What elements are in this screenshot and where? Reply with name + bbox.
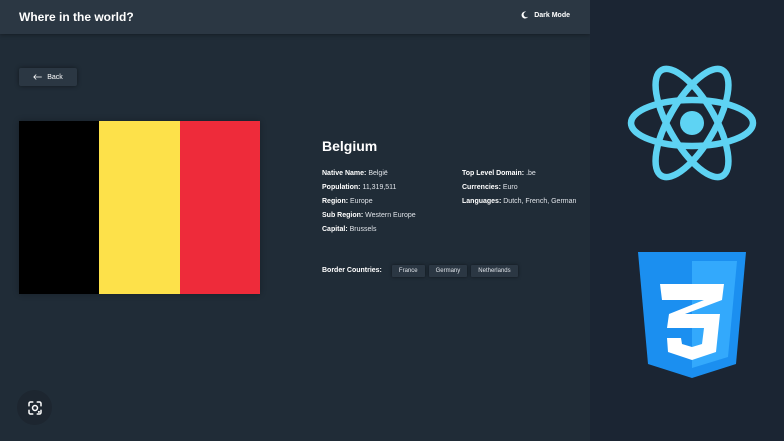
border-country-chip[interactable]: France [391, 264, 425, 277]
detail-label: Top Level Domain: [462, 170, 525, 177]
dark-mode-toggle[interactable]: Dark Mode [521, 11, 570, 19]
detail-value: Western Europe [365, 212, 416, 219]
detail-label: Currencies: [462, 184, 501, 191]
detail-row: Top Level Domain: .be [462, 170, 576, 184]
detail-label: Population: [322, 184, 361, 191]
detail-value: 11,319,511 [362, 184, 397, 191]
details-primary: Native Name: België Population: 11,319,51… [322, 170, 416, 240]
border-country-chip[interactable]: Netherlands [471, 264, 518, 277]
detail-value: Brussels [349, 226, 377, 233]
lens-search-button[interactable] [17, 390, 52, 425]
lens-camera-icon [27, 400, 42, 415]
country-flag [19, 121, 260, 294]
detail-label: Native Name: [322, 170, 367, 177]
detail-value: .be [526, 170, 536, 177]
detail-row: Capital: Brussels [322, 226, 416, 240]
detail-row: Sub Region: Western Europe [322, 212, 416, 226]
detail-value: Europe [350, 198, 373, 205]
detail-label: Sub Region: [322, 212, 364, 219]
react-atom-icon [627, 65, 757, 181]
app-window: Where in the world? Dark Mode Back Belgi… [0, 0, 590, 441]
detail-value: Euro [502, 184, 518, 191]
header-bar: Where in the world? Dark Mode [0, 0, 590, 34]
border-country-chip[interactable]: Germany [428, 264, 468, 277]
back-button[interactable]: Back [19, 68, 77, 86]
detail-label: Languages: [462, 198, 502, 205]
detail-value: België [368, 170, 388, 177]
border-countries-label: Border Countries: [322, 267, 382, 274]
flag-stripe [19, 121, 100, 294]
detail-row: Currencies: Euro [462, 184, 576, 198]
back-button-label: Back [47, 73, 63, 81]
country-name: Belgium [322, 138, 378, 154]
css3-shield-icon [638, 252, 746, 378]
detail-row: Native Name: België [322, 170, 416, 184]
detail-row: Population: 11,319,511 [322, 184, 416, 198]
dark-mode-label: Dark Mode [534, 11, 570, 19]
flag-stripe [99, 121, 180, 294]
flag-stripe [179, 121, 260, 294]
arrow-left-icon [33, 74, 43, 80]
detail-row: Languages: Dutch, French, German [462, 198, 576, 212]
border-countries: Border Countries: France Germany Netherlan… [322, 264, 518, 277]
moon-icon [521, 11, 529, 19]
detail-row: Region: Europe [322, 198, 416, 212]
detail-label: Capital: [322, 226, 348, 233]
detail-value: Dutch, French, German [503, 198, 577, 205]
detail-label: Region: [322, 198, 349, 205]
app-title: Where in the world? [19, 10, 134, 24]
details-secondary: Top Level Domain: .be Currencies: Euro Lan… [462, 170, 576, 212]
